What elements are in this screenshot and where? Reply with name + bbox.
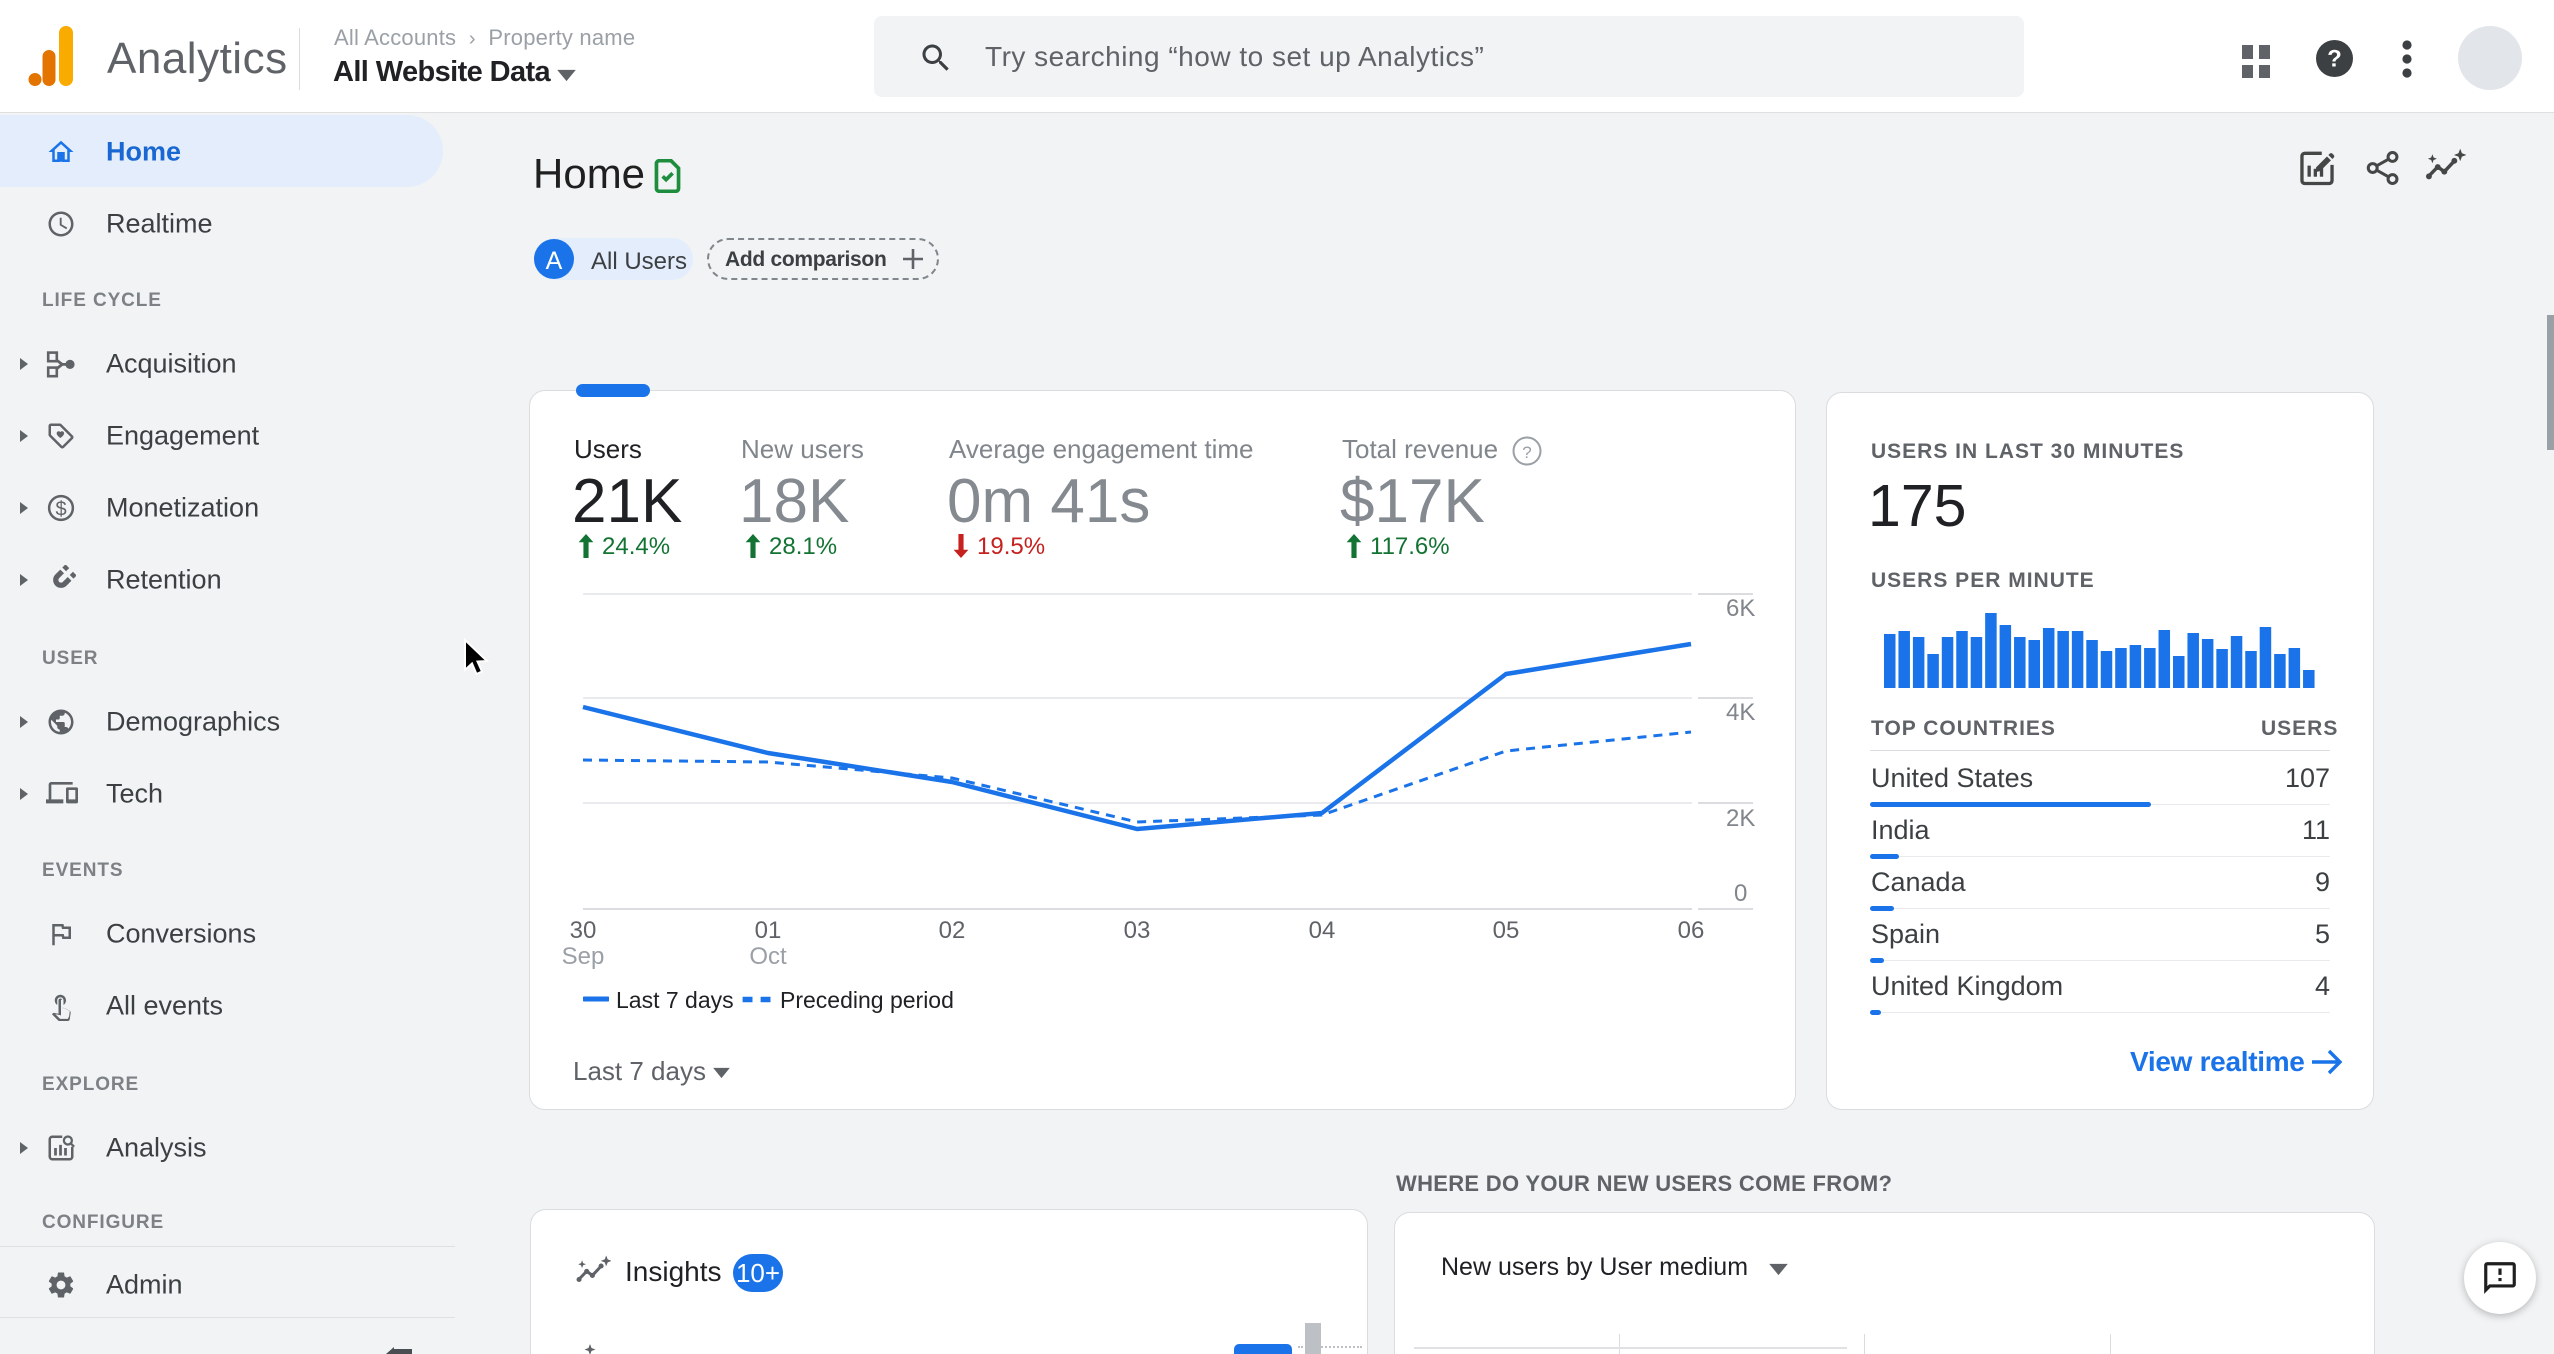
svg-text:0: 0 bbox=[1734, 880, 1747, 907]
svg-text:Oct: Oct bbox=[749, 943, 787, 970]
svg-text:6K: 6K bbox=[1726, 595, 1755, 622]
svg-text:04: 04 bbox=[1309, 917, 1336, 944]
svg-text:01: 01 bbox=[755, 917, 782, 944]
svg-text:4K: 4K bbox=[1726, 699, 1755, 726]
svg-text:05: 05 bbox=[1493, 917, 1520, 944]
svg-text:03: 03 bbox=[1124, 917, 1151, 944]
svg-text:?: ? bbox=[1522, 443, 1531, 462]
svg-text:02: 02 bbox=[939, 917, 966, 944]
svg-text:06: 06 bbox=[1678, 917, 1705, 944]
svg-text:Sep: Sep bbox=[562, 943, 605, 970]
svg-text:2K: 2K bbox=[1726, 805, 1755, 832]
svg-text:?: ? bbox=[2327, 46, 2342, 73]
svg-text:$: $ bbox=[55, 498, 66, 520]
svg-text:30: 30 bbox=[570, 917, 597, 944]
